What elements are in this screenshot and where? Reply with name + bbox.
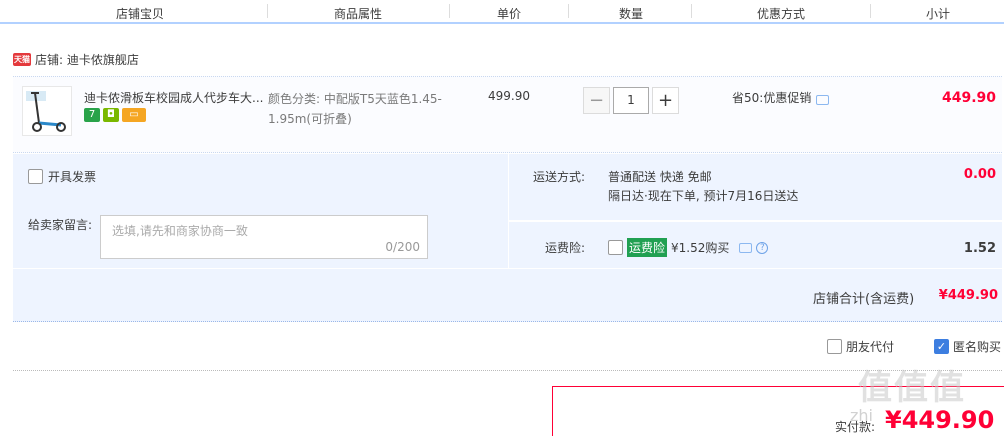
header-promo: 优惠方式	[757, 7, 806, 21]
product-attributes: 颜色分类: 中配版T5天蓝色1.45- 1.95m(可折叠)	[268, 89, 468, 129]
insurance-label: 运费险:	[545, 241, 586, 255]
shop-row: 天猫 店铺: 迪卡侬旗舰店	[13, 50, 139, 68]
insurance-price: ¥1.52购买	[671, 241, 730, 255]
product-title-link[interactable]: 迪卡侬滑板车校园成人代步车大...	[84, 89, 264, 106]
header-shop-item: 店铺宝贝	[116, 7, 165, 21]
invoice-checkbox[interactable]	[28, 169, 43, 184]
insurance-option[interactable]: 运费险 ¥1.52购买 ?	[608, 238, 769, 257]
shop-total-value: ¥449.90	[938, 288, 998, 303]
shop-name-link[interactable]: 店铺: 迪卡侬旗舰店	[35, 51, 139, 68]
help-icon[interactable]: ?	[756, 241, 769, 254]
quantity-stepper: − 1 +	[583, 87, 679, 114]
promo-info: 省50:优惠促销	[732, 89, 830, 106]
header-divider	[691, 4, 692, 18]
watermark-logo: 值值值	[858, 368, 966, 408]
header-qty: 数量	[619, 7, 644, 21]
watermark-sub: zhi	[850, 406, 873, 425]
invoice-label: 开具发票	[48, 170, 97, 184]
qty-input[interactable]: 1	[613, 87, 649, 114]
insurance-fee: 1.52	[963, 241, 996, 256]
insurance-tag: 运费险	[627, 238, 668, 257]
product-thumbnail[interactable]	[22, 86, 72, 136]
seven-day-return-icon: 7	[84, 108, 100, 122]
header-subtotal: 小计	[926, 7, 951, 21]
scooter-image-icon	[26, 91, 66, 132]
shipping-method[interactable]: 普通配送 快递 免邮	[608, 168, 712, 185]
divider	[13, 370, 1002, 371]
anonymous-checkbox[interactable]: ✓	[934, 339, 949, 354]
message-char-count: 0/200	[385, 240, 420, 254]
insurance-checkbox[interactable]	[608, 240, 623, 255]
comment-icon[interactable]	[739, 242, 753, 253]
header-attrs: 商品属性	[334, 7, 383, 21]
qty-increase-button[interactable]: +	[652, 87, 679, 114]
comment-icon[interactable]	[816, 94, 830, 105]
unit-price: 499.90	[488, 89, 530, 103]
shipping-eta: 隔日达·现在下单, 预计7月16日送达	[608, 189, 799, 203]
friend-pay-checkbox[interactable]	[827, 339, 842, 354]
attr-line-color: 颜色分类: 中配版T5天蓝色1.45-	[268, 92, 442, 106]
header-price: 单价	[497, 7, 522, 21]
attr-line-size: 1.95m(可折叠)	[268, 112, 352, 126]
anonymous-label: 匿名购买	[953, 340, 1002, 354]
header-divider	[449, 4, 450, 18]
message-placeholder: 选填,请先和商家协商一致	[112, 224, 248, 238]
promo-text: 省50:优惠促销	[732, 91, 812, 105]
friend-pay-option[interactable]: 朋友代付	[827, 338, 894, 355]
friend-pay-label: 朋友代付	[846, 340, 895, 354]
header-divider	[267, 4, 268, 18]
tmall-icon: 天猫	[13, 52, 31, 66]
header-divider	[568, 4, 569, 18]
qty-decrease-button[interactable]: −	[583, 87, 610, 114]
shipping-label: 运送方式:	[533, 170, 586, 184]
product-badges: 7 ◘ ▭	[84, 108, 146, 122]
header-divider	[870, 4, 871, 18]
shop-total-label: 店铺合计(含运费)	[813, 292, 915, 307]
message-label: 给卖家留言:	[28, 218, 93, 232]
credit-card-icon: ▭	[122, 108, 146, 122]
guarantee-icon: ◘	[103, 108, 119, 122]
item-subtotal: 449.90	[941, 90, 996, 106]
anonymous-option[interactable]: ✓ 匿名购买	[934, 338, 1001, 355]
payment-value: ¥449.90	[885, 406, 995, 434]
shipping-fee: 0.00	[963, 167, 996, 182]
invoice-option[interactable]: 开具发票	[28, 168, 96, 185]
order-item-row	[13, 76, 1002, 153]
column-header-bar: 店铺宝贝 商品属性 单价 数量 优惠方式 小计	[0, 0, 1004, 24]
